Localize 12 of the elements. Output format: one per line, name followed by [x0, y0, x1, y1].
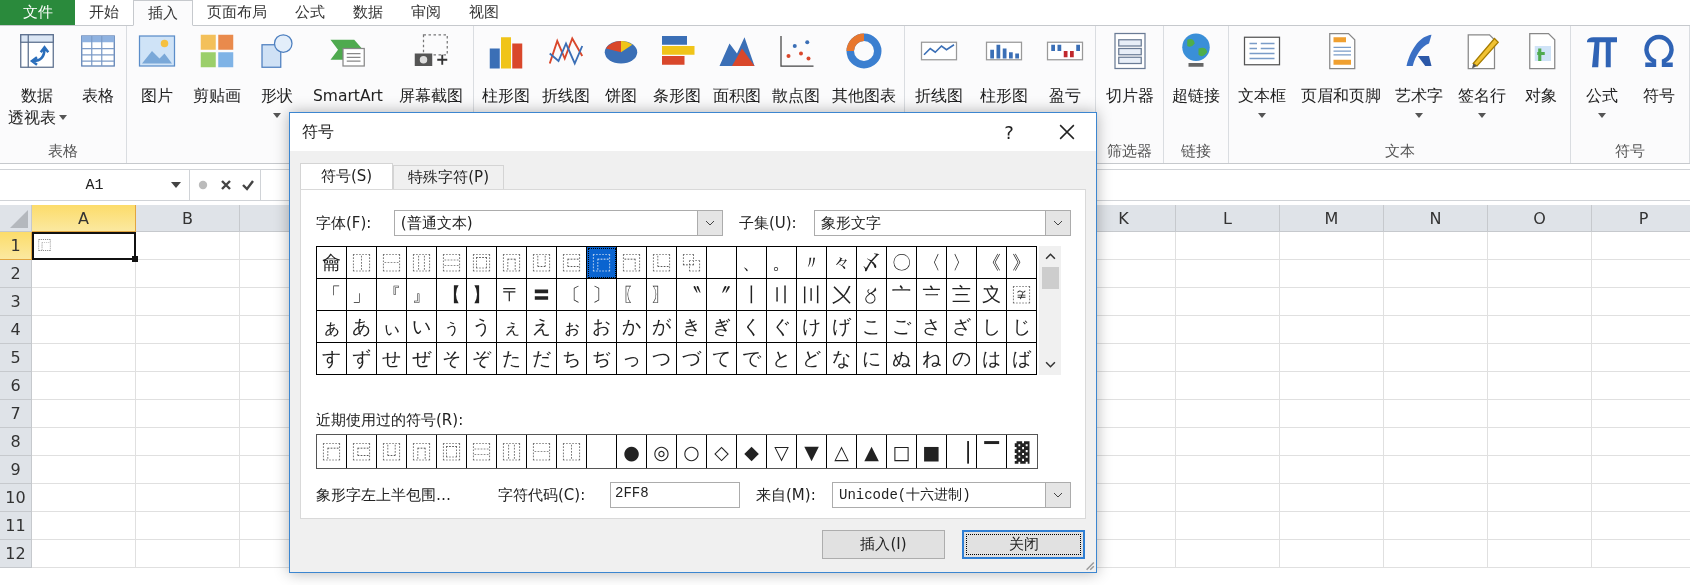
group-label: 筛选器 — [1107, 141, 1152, 161]
group-label: 表格 — [48, 141, 78, 161]
group-label: 符号 — [1615, 141, 1645, 161]
dialog-title: 符号 — [302, 121, 334, 143]
group-label: 文本 — [1384, 141, 1415, 161]
field-label: 子集(U): — [738, 213, 798, 233]
field-label: 来自(M): — [756, 485, 817, 505]
field-label: 字符代码(C): — [498, 485, 587, 505]
recent-symbols-label: 近期使用过的符号(R): — [316, 411, 465, 429]
field-label: 字体(F): — [316, 213, 373, 233]
symbol-description: 象形字左上半包围… — [316, 485, 452, 505]
group-label: 链接 — [1181, 141, 1211, 161]
